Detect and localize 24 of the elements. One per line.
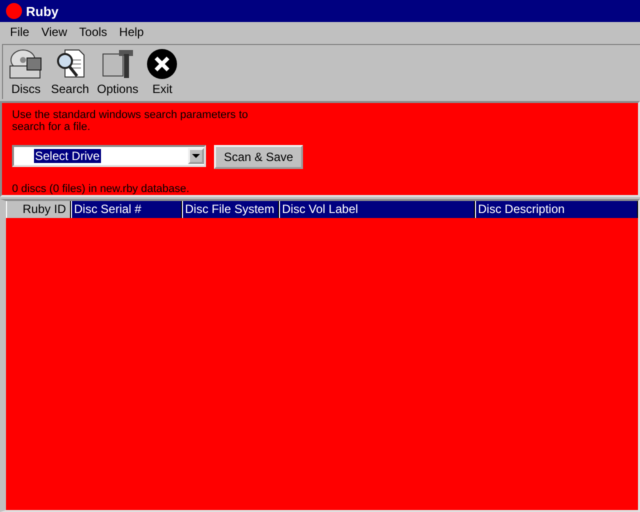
caret-icon [192, 154, 200, 158]
menu-item[interactable]: Tools [73, 25, 114, 39]
toolbar-button[interactable]: Exit [144, 48, 180, 96]
status-text: 0 discs (0 files) in new.rby database. [12, 183, 190, 195]
disc-drive-icon [9, 48, 43, 80]
app-icon [6, 3, 22, 19]
column-header[interactable]: Disc Description [475, 201, 638, 218]
window-title: Ruby [26, 4, 58, 18]
toolbar-button[interactable]: Options [95, 48, 140, 96]
column-header[interactable]: Disc File System [182, 201, 279, 218]
search-icon [55, 48, 86, 80]
column-header[interactable]: Disc Vol Label [279, 201, 475, 218]
menu-item[interactable]: View [35, 25, 74, 39]
toolbox-icon [100, 48, 135, 80]
menu-item[interactable]: Help [113, 25, 150, 39]
toolbar-button[interactable]: Discs [7, 48, 45, 96]
toolbar-button[interactable]: Search [49, 48, 92, 96]
column-header[interactable]: Ruby ID [6, 201, 71, 218]
search-hint: Use the standard windows search parameters to search for a file. [12, 109, 250, 133]
column-header[interactable]: Disc Serial # [71, 201, 182, 218]
close-icon [146, 48, 178, 80]
scan-save-button[interactable]: Scan & Save [214, 145, 303, 169]
drive-dropdown[interactable]: Select Drive [12, 145, 206, 167]
menu-item[interactable]: File [4, 25, 36, 39]
